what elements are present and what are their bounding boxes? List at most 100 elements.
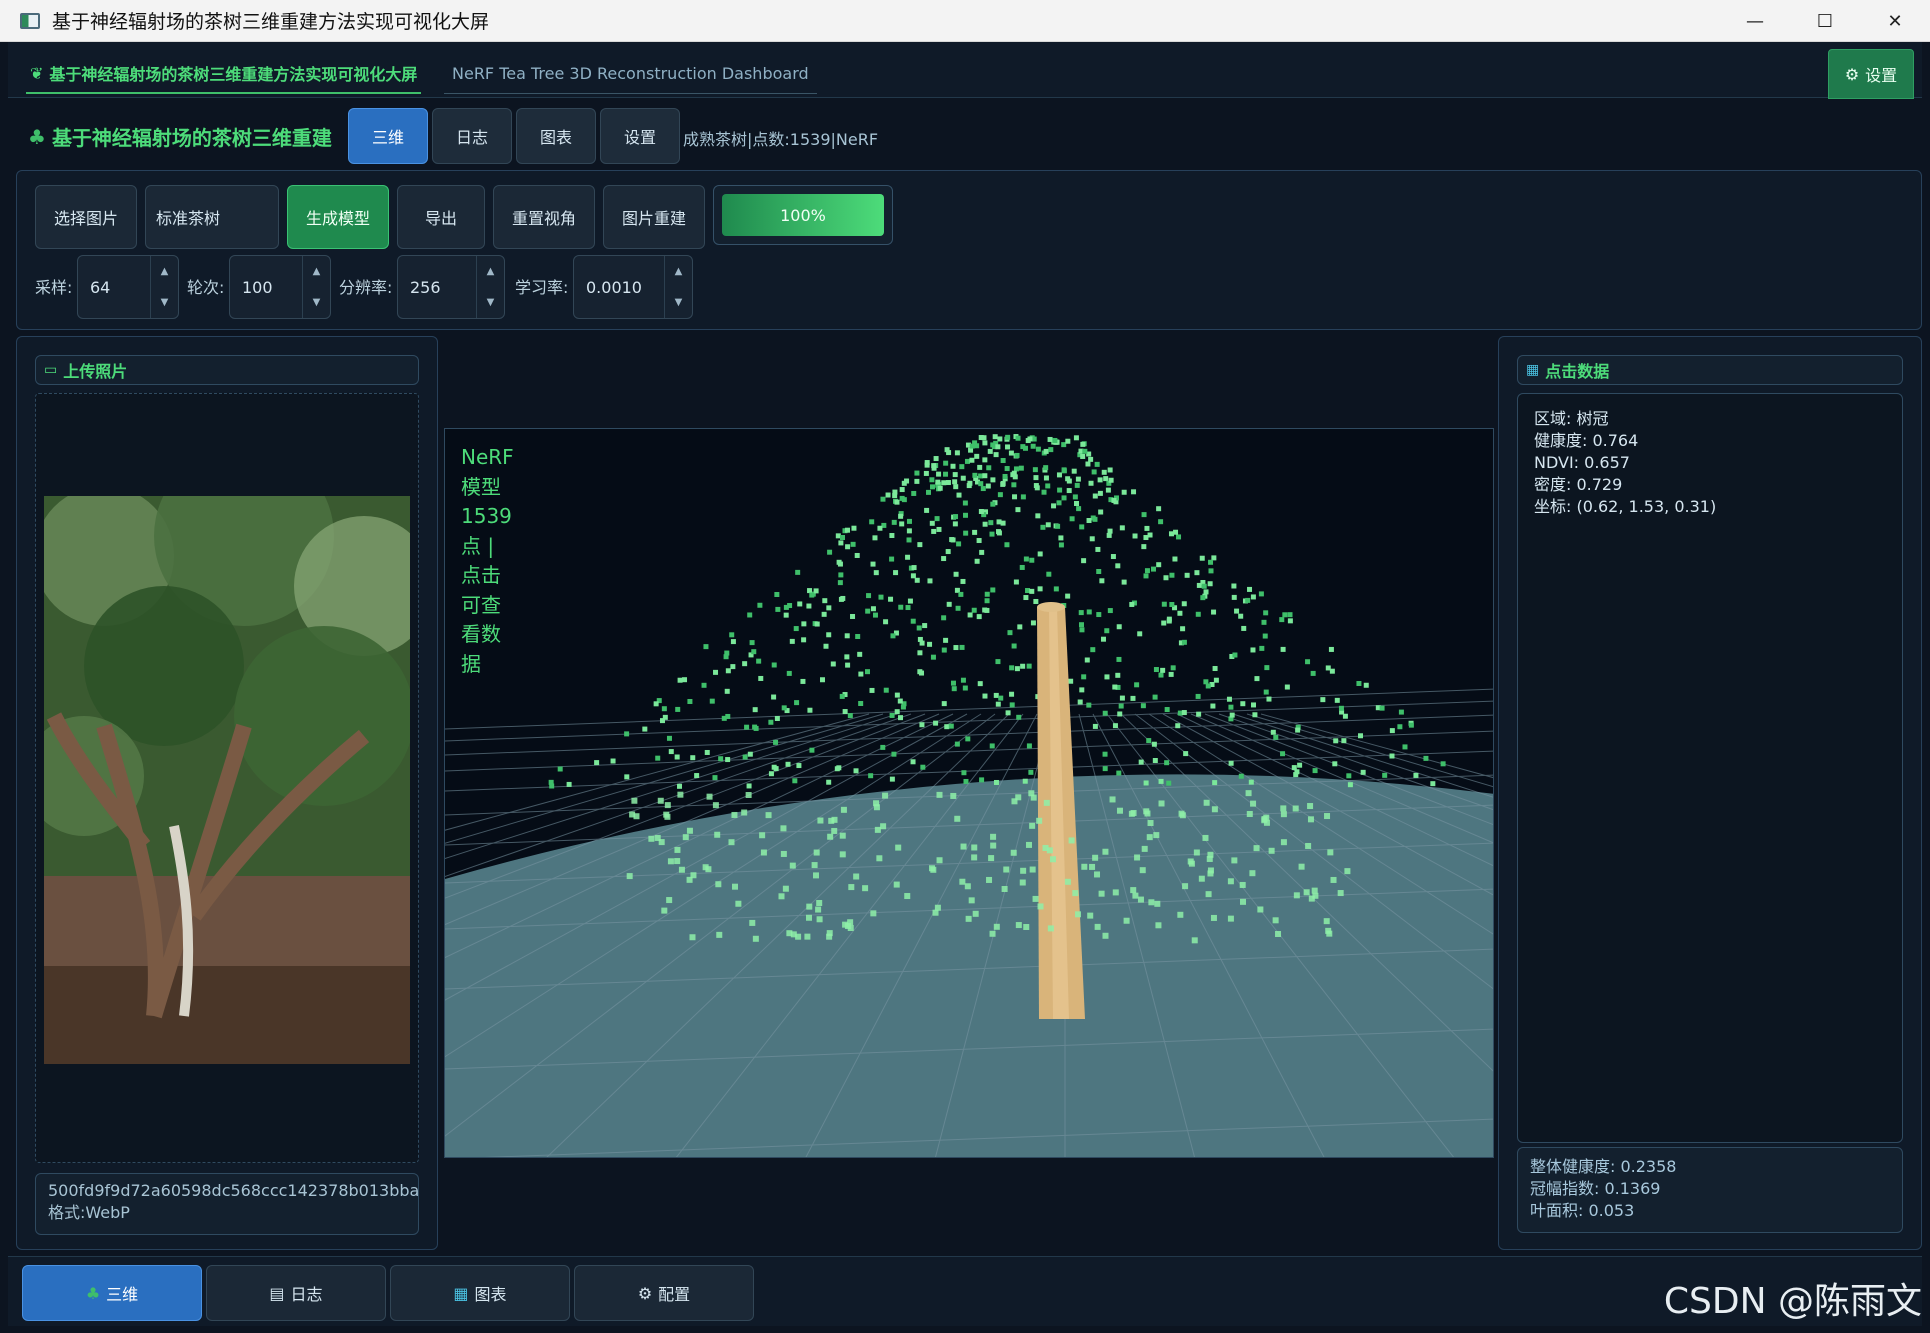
point-cloud-point[interactable] (1360, 769, 1366, 775)
point-cloud-point[interactable] (1205, 891, 1212, 898)
point-cloud-point[interactable] (629, 811, 636, 818)
point-cloud-point[interactable] (1356, 680, 1362, 686)
point-cloud-point[interactable] (1327, 849, 1334, 856)
point-cloud-point[interactable] (1143, 808, 1150, 815)
point-cloud-point[interactable] (987, 448, 993, 454)
point-cloud-point[interactable] (1011, 482, 1017, 488)
point-cloud-point[interactable] (988, 520, 994, 526)
spin-up-icon[interactable]: ▲ (487, 266, 495, 277)
point-cloud-point[interactable] (1086, 518, 1092, 524)
point-cloud-point[interactable] (827, 549, 833, 555)
point-cloud-point[interactable] (885, 492, 891, 498)
point-cloud-point[interactable] (1234, 608, 1240, 614)
point-cloud-point[interactable] (1130, 810, 1137, 817)
point-cloud-point[interactable] (1064, 878, 1071, 885)
point-cloud-point[interactable] (773, 739, 779, 745)
point-cloud-point[interactable] (1012, 474, 1018, 480)
point-cloud-point[interactable] (1022, 445, 1028, 451)
point-cloud-point[interactable] (899, 521, 905, 527)
point-cloud-point[interactable] (1102, 848, 1109, 855)
point-cloud-point[interactable] (1011, 643, 1017, 649)
point-cloud-point[interactable] (1073, 435, 1079, 441)
point-cloud-point[interactable] (1078, 610, 1084, 616)
point-cloud-point[interactable] (771, 662, 777, 668)
point-cloud-point[interactable] (865, 608, 871, 614)
point-cloud-point[interactable] (1248, 779, 1254, 785)
point-cloud-point[interactable] (1250, 594, 1256, 600)
point-cloud-point[interactable] (1194, 570, 1200, 576)
point-cloud-point[interactable] (1037, 903, 1044, 910)
point-cloud-point[interactable] (836, 765, 842, 771)
tree-type-select[interactable]: 标准茶树 (145, 185, 279, 249)
point-cloud-point[interactable] (1358, 733, 1364, 739)
point-cloud-point[interactable] (1111, 497, 1117, 503)
point-cloud-point[interactable] (1423, 755, 1429, 761)
point-cloud-point[interactable] (1323, 918, 1330, 925)
point-cloud-point[interactable] (768, 771, 774, 777)
point-cloud-point[interactable] (953, 571, 959, 577)
point-cloud-point[interactable] (965, 736, 971, 742)
point-cloud-point[interactable] (1000, 458, 1006, 464)
point-cloud-point[interactable] (945, 549, 951, 555)
point-cloud-point[interactable] (995, 701, 1001, 707)
point-cloud-point[interactable] (952, 521, 958, 527)
point-cloud-point[interactable] (977, 681, 983, 687)
point-cloud-point[interactable] (872, 535, 878, 541)
point-cloud-point[interactable] (898, 715, 904, 721)
spin-arrows[interactable]: ▲ ▼ (664, 256, 692, 318)
point-cloud-point[interactable] (795, 569, 801, 575)
point-cloud-point[interactable] (1264, 665, 1270, 671)
point-cloud-point[interactable] (1112, 684, 1118, 690)
point-cloud-point[interactable] (976, 538, 982, 544)
point-cloud-point[interactable] (1239, 881, 1246, 888)
point-cloud-point[interactable] (997, 436, 1003, 442)
point-cloud-point[interactable] (1116, 624, 1122, 630)
point-cloud-point[interactable] (768, 719, 774, 725)
point-cloud-point[interactable] (972, 472, 978, 478)
point-cloud-point[interactable] (724, 650, 730, 656)
point-cloud-point[interactable] (1027, 436, 1033, 442)
point-cloud-point[interactable] (1247, 586, 1253, 592)
point-cloud-point[interactable] (905, 605, 911, 611)
point-cloud-point[interactable] (922, 623, 928, 629)
point-cloud-point[interactable] (666, 897, 673, 904)
point-cloud-point[interactable] (1004, 542, 1010, 548)
point-cloud-point[interactable] (941, 701, 947, 707)
point-cloud-point[interactable] (1227, 915, 1234, 922)
point-cloud-point[interactable] (876, 855, 883, 862)
point-cloud-point[interactable] (1129, 601, 1135, 607)
point-cloud-point[interactable] (557, 766, 563, 772)
point-cloud-point[interactable] (954, 450, 960, 456)
point-cloud-point[interactable] (1228, 760, 1234, 766)
point-cloud-point[interactable] (728, 839, 735, 846)
point-cloud-point[interactable] (889, 533, 895, 539)
point-cloud-point[interactable] (1075, 911, 1082, 918)
point-cloud-point[interactable] (667, 858, 674, 865)
point-cloud-point[interactable] (993, 779, 999, 785)
point-cloud-point[interactable] (804, 933, 811, 940)
point-cloud-point[interactable] (1263, 689, 1269, 695)
point-cloud-point[interactable] (1029, 588, 1035, 594)
point-cloud-point[interactable] (642, 726, 648, 732)
point-cloud-point[interactable] (1091, 469, 1097, 475)
point-cloud-point[interactable] (794, 700, 800, 706)
point-cloud-point[interactable] (756, 658, 762, 664)
point-cloud-point[interactable] (1158, 672, 1164, 678)
point-cloud-point[interactable] (954, 815, 961, 822)
point-cloud-point[interactable] (725, 757, 731, 763)
point-cloud-point[interactable] (1211, 609, 1217, 615)
point-cloud-point[interactable] (1246, 810, 1253, 817)
point-cloud-point[interactable] (877, 525, 883, 531)
point-cloud-point[interactable] (986, 876, 993, 883)
point-cloud-point[interactable] (716, 931, 723, 938)
point-cloud-point[interactable] (962, 685, 968, 691)
point-cloud-point[interactable] (1099, 578, 1105, 584)
maximize-button[interactable]: ☐ (1790, 0, 1860, 42)
point-cloud-point[interactable] (1029, 866, 1036, 873)
point-cloud-point[interactable] (655, 755, 661, 761)
point-cloud-point[interactable] (941, 615, 947, 621)
point-cloud-point[interactable] (806, 603, 812, 609)
point-cloud-point[interactable] (1284, 684, 1290, 690)
point-cloud-point[interactable] (960, 843, 967, 850)
point-cloud-point[interactable] (941, 556, 947, 562)
